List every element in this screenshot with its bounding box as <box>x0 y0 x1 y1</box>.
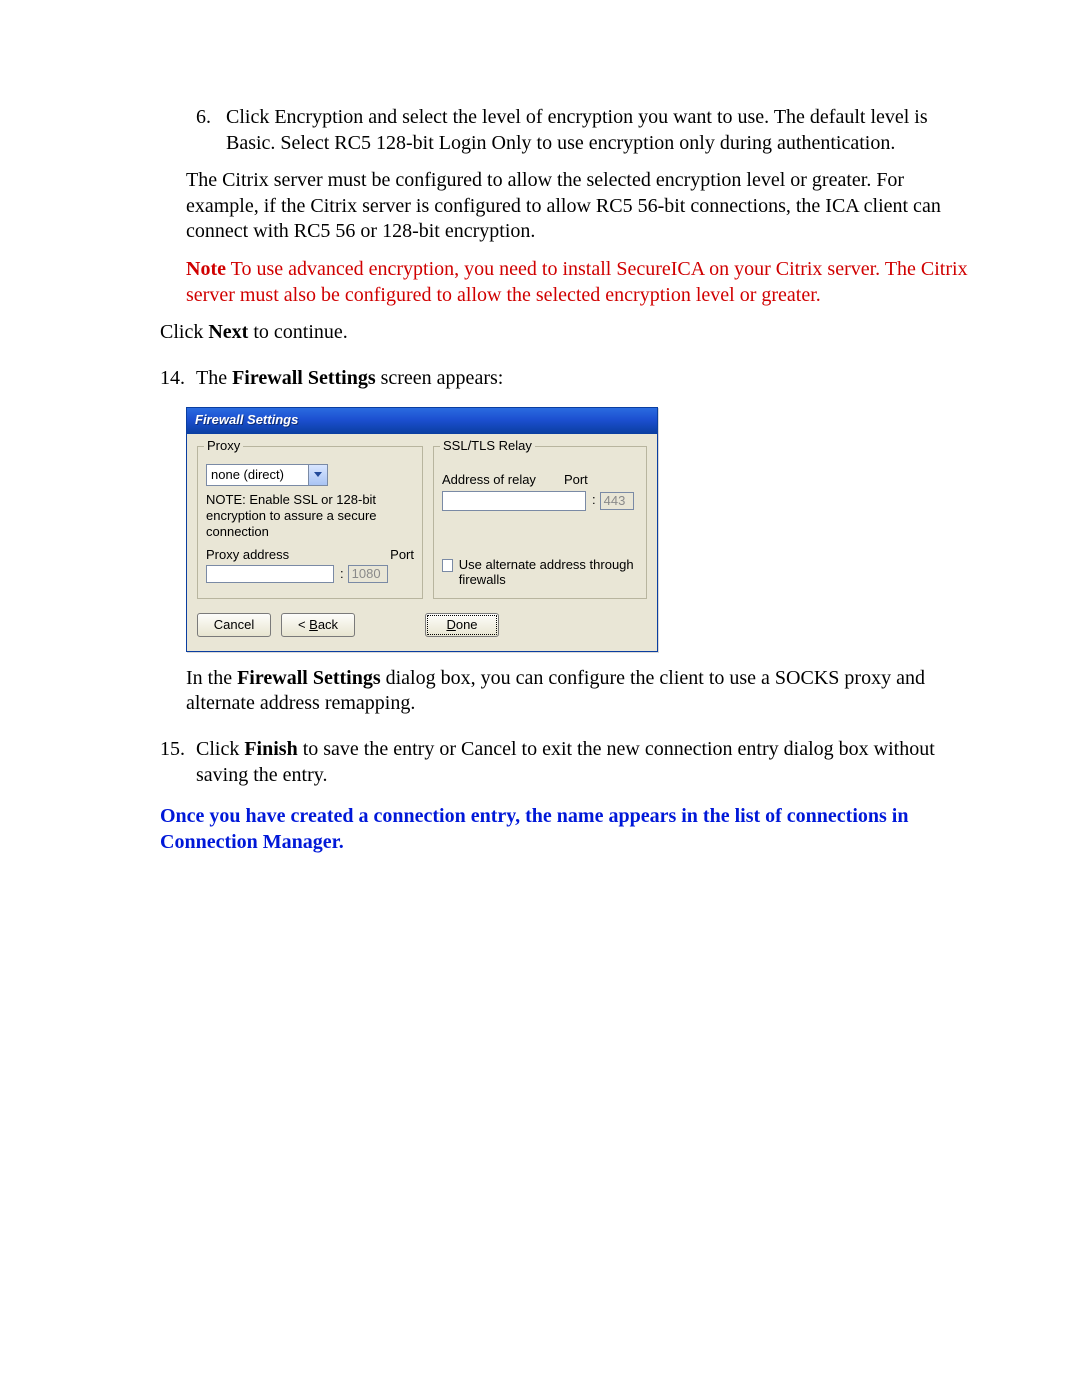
step-6-number: 6. <box>196 105 226 131</box>
click-next-line: Click Next to continue. <box>160 320 970 346</box>
proxy-groupbox: Proxy none (direct) NOTE: Enable SSL or … <box>197 446 423 599</box>
done-button[interactable]: Done <box>425 613 499 637</box>
relay-port-input[interactable]: 443 <box>600 492 634 510</box>
ssl-relay-groupbox: SSL/TLS Relay Address of relay Port : 44… <box>433 446 647 599</box>
note-paragraph: Note To use advanced encryption, you nee… <box>186 257 970 308</box>
firewall-dialog-description: In the Firewall Settings dialog box, you… <box>186 666 970 717</box>
step-14-number: 14. <box>160 366 196 392</box>
alternate-address-checkbox[interactable] <box>442 559 453 572</box>
cancel-button[interactable]: Cancel <box>197 613 271 637</box>
step-14: 14.The Firewall Settings screen appears: <box>160 366 970 392</box>
proxy-combo-button[interactable] <box>308 465 327 485</box>
relay-legend: SSL/TLS Relay <box>440 438 535 455</box>
proxy-port-label: Port <box>390 547 414 564</box>
summary-paragraph: Once you have created a connection entry… <box>160 804 970 855</box>
dialog-button-row: Cancel < Back Done <box>197 613 647 637</box>
proxy-legend: Proxy <box>204 438 243 455</box>
proxy-combobox[interactable]: none (direct) <box>206 464 328 486</box>
relay-address-input[interactable] <box>442 491 586 511</box>
note-text: To use advanced encryption, you need to … <box>186 258 968 306</box>
chevron-down-icon <box>314 472 322 477</box>
proxy-ssl-note: NOTE: Enable SSL or 128-bit encryption t… <box>206 492 414 541</box>
dialog-titlebar[interactable]: Firewall Settings <box>187 408 657 434</box>
dialog-body: Proxy none (direct) NOTE: Enable SSL or … <box>187 434 657 651</box>
proxy-colon: : <box>340 566 344 583</box>
proxy-address-input[interactable] <box>206 565 334 583</box>
relay-address-label: Address of relay <box>442 472 536 489</box>
relay-colon: : <box>592 492 596 509</box>
finish-keyword: Finish <box>244 738 297 760</box>
firewall-settings-dialog: Firewall Settings Proxy none (direct) NO… <box>186 407 658 651</box>
firewall-settings-keyword: Firewall Settings <box>232 367 376 389</box>
proxy-port-input[interactable]: 1080 <box>348 565 388 583</box>
step-6: 6.Click Encryption and select the level … <box>196 105 970 156</box>
proxy-combo-value: none (direct) <box>207 465 308 485</box>
back-button[interactable]: < Back <box>281 613 355 637</box>
note-label: Note <box>186 258 226 280</box>
next-keyword: Next <box>208 321 248 343</box>
step-15: 15.Click Finish to save the entry or Can… <box>160 737 970 788</box>
server-config-paragraph: The Citrix server must be configured to … <box>186 168 970 245</box>
step-15-number: 15. <box>160 737 196 763</box>
alternate-address-label: Use alternate address through firewalls <box>459 557 638 588</box>
relay-port-label: Port <box>564 472 588 489</box>
step-6-text: Click Encryption and select the level of… <box>226 106 928 154</box>
proxy-address-label: Proxy address <box>206 547 289 564</box>
